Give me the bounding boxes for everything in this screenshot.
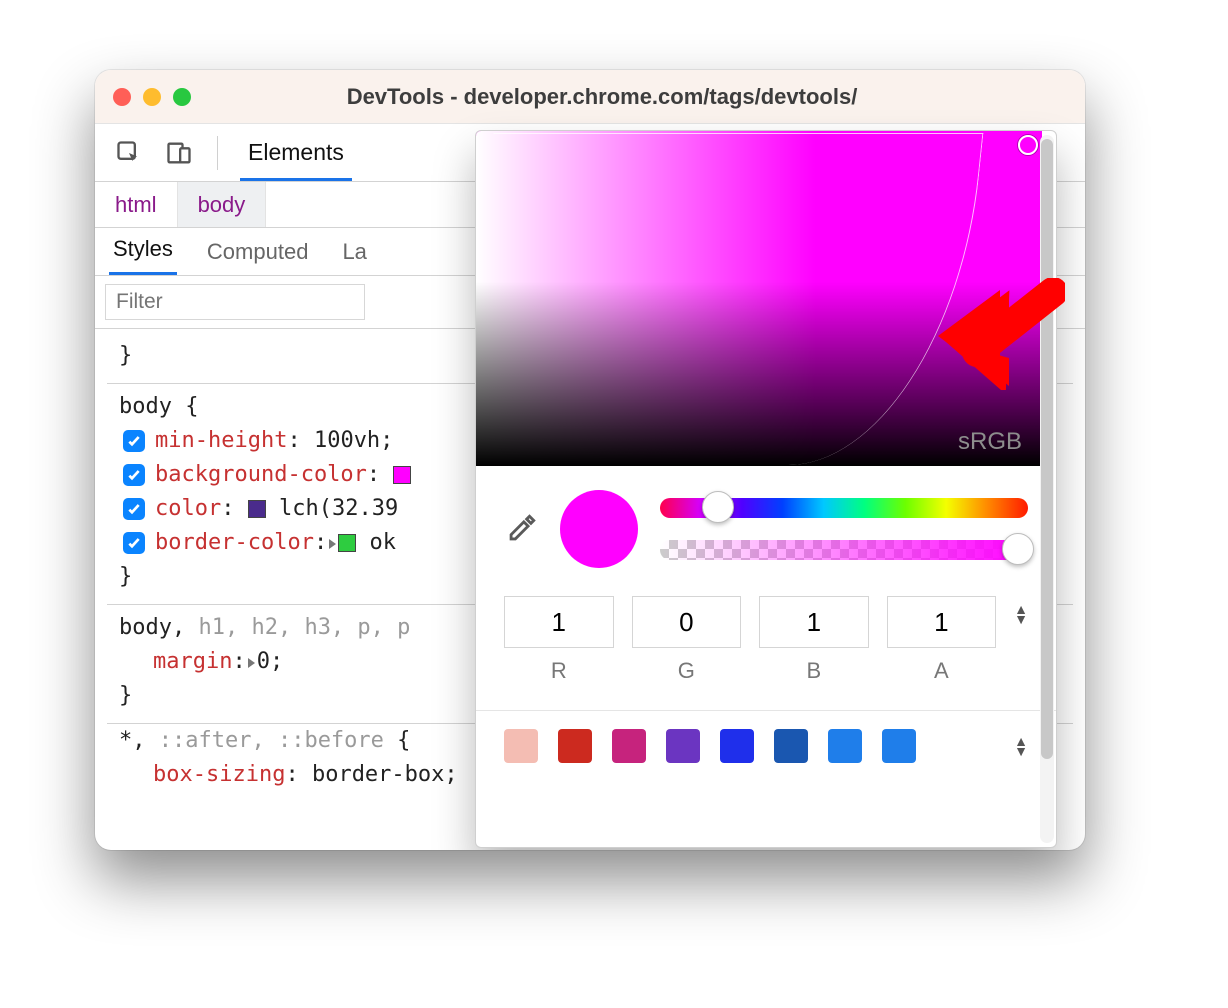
property-value: 100vh;: [314, 428, 393, 453]
channel-label: R: [504, 658, 614, 684]
expand-icon[interactable]: [248, 658, 255, 668]
palette-swatch[interactable]: [774, 729, 808, 763]
property-value: 0;: [257, 649, 284, 674]
spectrum-cursor[interactable]: [1018, 135, 1038, 155]
scrollbar-thumb[interactable]: [1041, 139, 1053, 759]
property-name: border-color: [155, 530, 314, 555]
channel-label: A: [887, 658, 997, 684]
channel-label: G: [632, 658, 742, 684]
devtools-window: DevTools - developer.chrome.com/tags/dev…: [95, 70, 1085, 850]
alpha-slider[interactable]: [660, 540, 1028, 560]
property-name: box-sizing: [153, 762, 285, 787]
property-name: color: [155, 496, 221, 521]
window-title: DevTools - developer.chrome.com/tags/dev…: [191, 84, 1067, 110]
property-name: background-color: [155, 462, 367, 487]
palette-swatch[interactable]: [720, 729, 754, 763]
property-value: border-box;: [312, 762, 458, 787]
channel-g-input[interactable]: [632, 596, 742, 648]
breadcrumb-body[interactable]: body: [178, 182, 267, 227]
scrollbar[interactable]: [1040, 135, 1054, 843]
property-name: min-height: [155, 428, 287, 453]
traffic-lights: [113, 88, 191, 106]
channel-label: B: [759, 658, 869, 684]
breadcrumb-html[interactable]: html: [95, 182, 178, 227]
annotation-arrow-icon: [938, 270, 1068, 390]
palette-swatch[interactable]: [504, 729, 538, 763]
subtab-computed[interactable]: Computed: [203, 229, 313, 275]
zoom-window-button[interactable]: [173, 88, 191, 106]
palette-swatch[interactable]: [558, 729, 592, 763]
color-swatch-icon[interactable]: [248, 500, 266, 518]
inspect-element-icon[interactable]: [113, 137, 145, 169]
color-swatch-icon[interactable]: [338, 534, 356, 552]
palette-swatch[interactable]: [828, 729, 862, 763]
hue-slider[interactable]: [660, 498, 1028, 518]
expand-icon[interactable]: [329, 539, 336, 549]
channel-r-input[interactable]: [504, 596, 614, 648]
current-color-preview: [560, 490, 638, 568]
channel-b-input[interactable]: [759, 596, 869, 648]
property-name: margin: [153, 649, 232, 674]
checkbox-icon[interactable]: [123, 498, 145, 520]
close-window-button[interactable]: [113, 88, 131, 106]
titlebar: DevTools - developer.chrome.com/tags/dev…: [95, 70, 1085, 124]
eyedropper-icon[interactable]: [504, 512, 538, 546]
color-swatch-icon[interactable]: [393, 466, 411, 484]
gamut-boundary-line: [475, 133, 983, 465]
checkbox-icon[interactable]: [123, 464, 145, 486]
gamut-label: sRGB: [958, 428, 1022, 456]
color-palette: ▲▼: [476, 710, 1056, 781]
palette-swatch[interactable]: [882, 729, 916, 763]
minimize-window-button[interactable]: [143, 88, 161, 106]
checkbox-icon[interactable]: [123, 430, 145, 452]
palette-swatch[interactable]: [666, 729, 700, 763]
picker-controls: [476, 466, 1056, 578]
palette-swatch[interactable]: [612, 729, 646, 763]
toolbar-divider: [217, 136, 218, 170]
format-switcher[interactable]: ▲▼: [1014, 596, 1028, 624]
color-picker-popover: sRGB R G B: [475, 130, 1057, 848]
channel-a-input[interactable]: [887, 596, 997, 648]
slider-knob[interactable]: [1002, 533, 1034, 565]
rgba-inputs: R G B A ▲▼: [476, 578, 1056, 692]
property-value: lch(32.39: [279, 496, 398, 521]
checkbox-icon[interactable]: [123, 532, 145, 554]
device-toggle-icon[interactable]: [163, 137, 195, 169]
styles-filter-input[interactable]: [105, 284, 365, 320]
subtab-styles[interactable]: Styles: [109, 226, 177, 275]
slider-knob[interactable]: [702, 491, 734, 523]
property-value: ok: [369, 530, 396, 555]
tab-elements[interactable]: Elements: [240, 125, 352, 181]
palette-switcher[interactable]: ▲▼: [1014, 736, 1028, 756]
subtab-layout[interactable]: La: [338, 229, 370, 275]
